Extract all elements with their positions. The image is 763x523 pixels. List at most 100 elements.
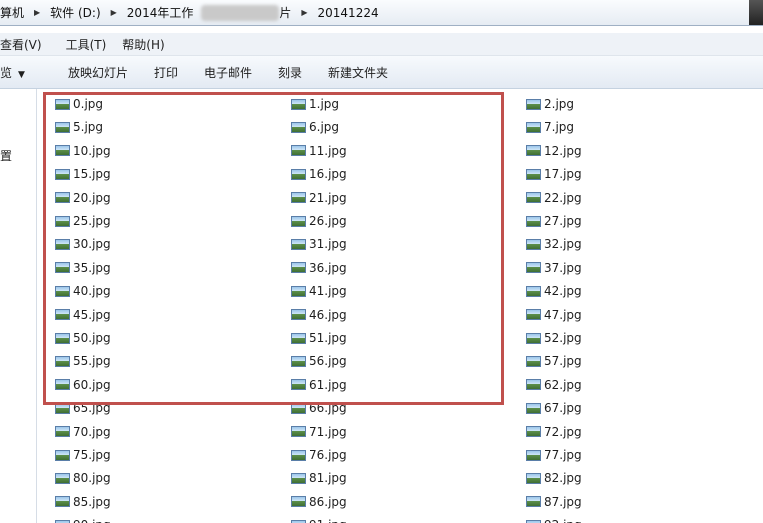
file-item[interactable]: 45.jpg [55,305,111,325]
file-item[interactable]: 27.jpg [526,211,582,231]
breadcrumb-separator-icon[interactable]: ▶ [105,8,123,17]
image-file-icon [526,472,541,484]
file-item[interactable]: 50.jpg [55,328,111,348]
file-name: 16.jpg [309,167,347,182]
file-item[interactable]: 92.jpg [526,515,582,523]
breadcrumb-2014-work[interactable]: 2014年工作 [123,4,198,21]
file-item[interactable]: 35.jpg [55,258,111,278]
image-file-icon [526,121,541,133]
breadcrumb-computer[interactable]: 算机 [0,4,28,21]
file-item[interactable]: 90.jpg [55,515,111,523]
menu-help[interactable]: 帮助(H) [114,36,172,53]
image-file-icon [526,449,541,461]
file-item[interactable]: 41.jpg [291,281,347,301]
file-item[interactable]: 40.jpg [55,281,111,301]
file-item[interactable]: 77.jpg [526,445,582,465]
nav-item-label[interactable]: 置 [0,147,12,164]
file-item[interactable]: 75.jpg [55,445,111,465]
address-bar[interactable]: 算机 ▶ 软件 (D:) ▶ 2014年工作 片 ▶ 20141224 [0,0,763,26]
breadcrumb-20141224[interactable]: 20141224 [314,6,383,20]
file-name: 86.jpg [309,494,347,509]
file-item[interactable]: 5.jpg [55,117,103,137]
file-item[interactable]: 36.jpg [291,258,347,278]
file-item[interactable]: 17.jpg [526,164,582,184]
file-item[interactable]: 71.jpg [291,422,347,442]
file-item[interactable]: 60.jpg [55,375,111,395]
email-button[interactable]: 电子邮件 [191,64,265,81]
file-item[interactable]: 12.jpg [526,141,582,161]
file-item[interactable]: 26.jpg [291,211,347,231]
image-file-icon [55,355,70,367]
file-item[interactable]: 2.jpg [526,94,574,114]
file-item[interactable]: 6.jpg [291,117,339,137]
print-button[interactable]: 打印 [141,64,191,81]
file-name: 0.jpg [73,97,104,111]
image-file-icon [526,215,541,227]
image-file-icon [291,262,306,274]
image-file-icon [291,449,306,461]
image-file-icon [526,285,541,297]
file-item[interactable]: 66.jpg [291,398,347,418]
navigation-pane[interactable]: 置 [0,89,37,523]
file-item[interactable]: 61.jpg [291,375,347,395]
image-file-icon [291,402,306,414]
file-name: 1.jpg [309,97,340,111]
file-item[interactable]: 72.jpg [526,422,582,442]
file-item[interactable]: 1.jpg [291,94,339,114]
view-button[interactable]: 览 ▼ [0,64,38,81]
breadcrumb-separator-icon[interactable]: ▶ [295,8,313,17]
image-file-icon [291,496,306,508]
file-item[interactable]: 11.jpg [291,141,347,161]
file-name: 87.jpg [544,494,582,509]
menu-view[interactable]: 查看(V) [0,36,50,53]
file-item[interactable]: 86.jpg [291,492,347,512]
file-item[interactable]: 31.jpg [291,234,347,254]
file-item[interactable]: 22.jpg [526,188,582,208]
file-item[interactable]: 47.jpg [526,305,582,325]
menu-bar: 查看(V) 工具(T) 帮助(H) [0,33,763,56]
file-item[interactable]: 7.jpg [526,117,574,137]
file-item[interactable]: 57.jpg [526,351,582,371]
file-item[interactable]: 55.jpg [55,351,111,371]
file-name: 60.jpg [73,377,111,392]
new-folder-button[interactable]: 新建文件夹 [315,64,401,81]
file-item[interactable]: 10.jpg [55,141,111,161]
breadcrumb-drive-d[interactable]: 软件 (D:) [46,4,104,21]
image-file-icon [55,145,70,157]
file-item[interactable]: 16.jpg [291,164,347,184]
file-item[interactable]: 21.jpg [291,188,347,208]
breadcrumb-pictures-folder[interactable]: 片 [279,4,295,21]
slideshow-button[interactable]: 放映幻灯片 [38,64,141,81]
file-name: 40.jpg [73,284,111,299]
file-item[interactable]: 42.jpg [526,281,582,301]
file-item[interactable]: 0.jpg [55,94,103,114]
file-item[interactable]: 25.jpg [55,211,111,231]
file-item[interactable]: 80.jpg [55,468,111,488]
file-item[interactable]: 52.jpg [526,328,582,348]
file-item[interactable]: 87.jpg [526,492,582,512]
file-item[interactable]: 62.jpg [526,375,582,395]
file-item[interactable]: 30.jpg [55,234,111,254]
file-item[interactable]: 15.jpg [55,164,111,184]
file-item[interactable]: 85.jpg [55,492,111,512]
file-item[interactable]: 51.jpg [291,328,347,348]
file-item[interactable]: 65.jpg [55,398,111,418]
menu-tools[interactable]: 工具(T) [58,36,115,53]
file-name: 26.jpg [309,214,347,228]
burn-button[interactable]: 刻录 [265,64,315,81]
file-item[interactable]: 56.jpg [291,351,347,371]
file-item[interactable]: 76.jpg [291,445,347,465]
file-item[interactable]: 81.jpg [291,468,347,488]
breadcrumb-separator-icon[interactable]: ▶ [28,8,46,17]
file-item[interactable]: 70.jpg [55,422,111,442]
file-item[interactable]: 32.jpg [526,234,582,254]
file-item[interactable]: 67.jpg [526,398,582,418]
image-file-icon [55,121,70,133]
file-item[interactable]: 37.jpg [526,258,582,278]
file-list[interactable]: 0.jpg 1.jpg 2.jpg 5.jpg 6.jpg 7.jpg 10.jpg 11.j… [37,89,763,523]
file-item[interactable]: 82.jpg [526,468,582,488]
file-item[interactable]: 20.jpg [55,188,111,208]
file-name: 20.jpg [73,190,111,205]
file-item[interactable]: 91.jpg [291,515,347,523]
file-item[interactable]: 46.jpg [291,305,347,325]
